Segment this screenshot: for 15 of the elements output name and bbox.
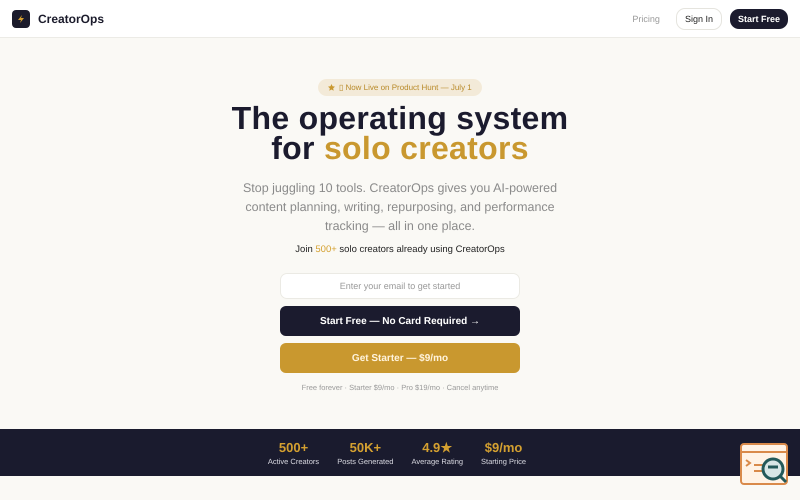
stat-value: $9/mo — [484, 440, 522, 455]
browser-search-icon[interactable] — [740, 443, 790, 487]
start-free-button[interactable]: Start Free — [730, 8, 788, 28]
email-field[interactable]: Enter your email to get started — [280, 273, 520, 299]
stat-value: 4.9★ — [422, 440, 452, 455]
stat-value: 500+ — [278, 440, 308, 455]
logo-icon — [12, 10, 30, 28]
sign-in-button[interactable]: Sign In — [676, 8, 722, 30]
hero-subtitle: Stop juggling 10 tools. CreatorOps gives you AI-powered content planning, writing, repurposing, and performance tracking — all in one place. — [242, 180, 558, 235]
stat-value: 50K+ — [350, 440, 382, 455]
announcement-badge: ▯ Now Live on Product Hunt — July 1 — [318, 79, 482, 96]
social-proof: Join 500+ solo creators already using CreatorOps — [295, 244, 505, 255]
star-icon — [328, 84, 336, 91]
start-free-button[interactable]: Start Free — No Card Required → — [280, 306, 520, 336]
brand-name: CreatorOps — [38, 12, 104, 26]
